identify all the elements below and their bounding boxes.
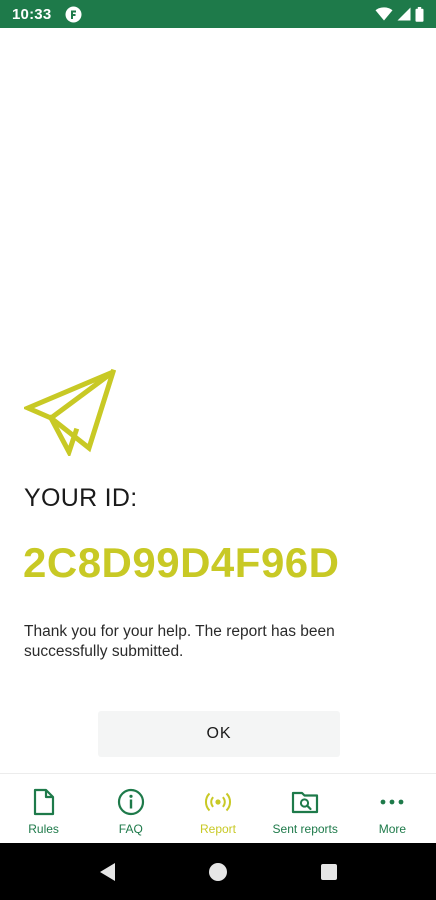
nav-label-rules: Rules [28, 822, 59, 836]
more-dots-icon [381, 799, 404, 805]
document-icon [33, 788, 54, 816]
signal-icon [397, 7, 411, 21]
nav-item-rules[interactable]: Rules [0, 774, 87, 843]
ok-button[interactable]: OK [98, 711, 340, 757]
system-navigation-bar [0, 843, 436, 900]
nav-item-sent-reports[interactable]: Sent reports [262, 774, 349, 843]
nav-label-more: More [378, 822, 407, 836]
home-icon[interactable] [207, 861, 229, 883]
nav-item-faq[interactable]: FAQ [87, 774, 174, 843]
back-icon[interactable] [96, 861, 118, 883]
status-bar: 10:33 [0, 0, 436, 28]
bottom-navigation: Rules FAQ Report Sent reports More [0, 773, 436, 843]
wifi-icon [375, 7, 393, 21]
nav-item-report[interactable]: Report [174, 774, 261, 843]
report-id-value: 2C8D99D4F96D [23, 539, 340, 586]
recents-icon[interactable] [318, 861, 340, 883]
paper-plane-icon [24, 368, 116, 456]
nav-label-faq: FAQ [118, 822, 143, 836]
app-notification-icon [65, 6, 82, 23]
info-icon [117, 788, 144, 816]
success-message: Thank you for your help. The report has … [24, 623, 335, 660]
status-icons [375, 6, 424, 22]
broadcast-icon [205, 792, 231, 812]
folder-search-icon [292, 791, 319, 814]
nav-label-report: Report [199, 822, 237, 836]
nav-label-sent-reports: Sent reports [272, 822, 338, 836]
nav-item-more[interactable]: More [349, 774, 436, 843]
status-time: 10:33 [12, 5, 52, 23]
your-id-label: YOUR ID: [24, 484, 138, 512]
battery-icon [415, 6, 424, 22]
